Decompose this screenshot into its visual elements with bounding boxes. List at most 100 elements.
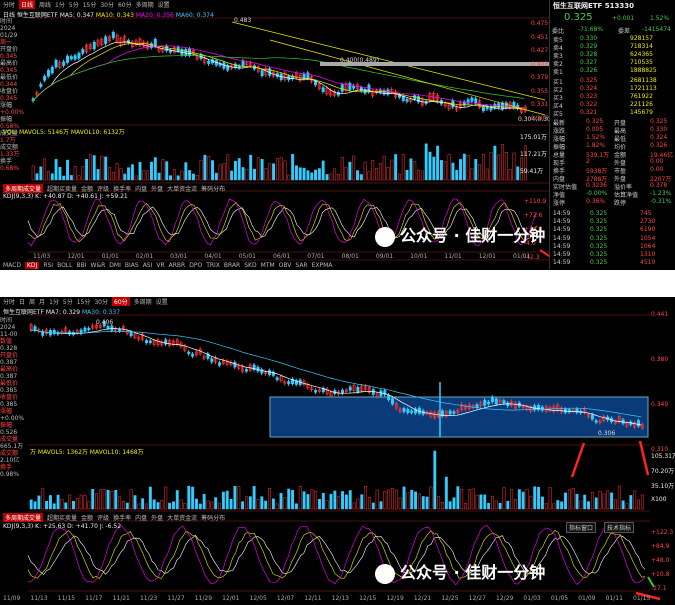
tab-item[interactable]: 大单资金流 (167, 184, 197, 193)
tab-item[interactable]: BOLL (57, 262, 72, 269)
stat-cell: 2 (586, 158, 590, 165)
tab-item[interactable]: 换手率 (113, 184, 131, 193)
axis-label: 0.355 (531, 87, 549, 95)
annot-high: 0.483 (234, 17, 251, 24)
volume-bar (77, 175, 81, 181)
tab-item[interactable]: 金额 (81, 513, 93, 522)
volume-bar (225, 490, 229, 510)
quote-cell: 买5 (553, 111, 563, 118)
tech-indicator-button[interactable]: 技术指标 (604, 522, 635, 533)
volume-bar (180, 170, 184, 181)
candle (487, 401, 491, 405)
annot-high: 0.406 (96, 319, 113, 326)
volume-bar (165, 161, 169, 181)
stat-cell: 1.52% (586, 134, 606, 141)
volume-bar (142, 170, 146, 181)
tab-item[interactable]: 筹码分布 (201, 513, 225, 522)
candle (275, 377, 279, 380)
tab-item[interactable]: 评级 (97, 513, 109, 522)
tab-item[interactable]: TRIX (206, 262, 220, 269)
tab-item[interactable]: EXPMA (312, 262, 333, 269)
tab-item[interactable]: BIAS (125, 262, 139, 269)
volume-bar (633, 490, 637, 510)
volume-bar (425, 496, 429, 510)
tab-item[interactable]: DMI (109, 262, 121, 269)
volume-bar (606, 490, 610, 510)
tab-item[interactable]: 外盘 (151, 184, 163, 193)
quote-row: 卖4 0.329 718314 (550, 43, 675, 52)
volume-bar (517, 489, 521, 510)
quote-cell: 0.326 (580, 67, 598, 74)
tab-item[interactable]: 多周期成交量 (3, 184, 44, 193)
weibi-label: 委比 (552, 28, 565, 35)
x-tick-label: 10/01 (410, 253, 428, 260)
axis-label: 0.427 (531, 47, 549, 54)
tab-item[interactable]: 金额 (81, 184, 93, 193)
volume-bar (441, 501, 444, 510)
tab-item[interactable]: BRAR (224, 262, 240, 269)
tab-item[interactable]: ASI (143, 262, 153, 269)
stat-row: 总量 539.1万 金额 19.46亿 (550, 150, 675, 159)
tab-item[interactable]: MACD (3, 262, 21, 269)
tab-item[interactable]: OBV (279, 262, 292, 269)
tab-item[interactable]: DPO (189, 262, 202, 269)
tab-item[interactable]: 超期买卖量 (47, 513, 77, 522)
tab-item[interactable]: 筹码分布 (201, 184, 225, 193)
volume-bar (436, 145, 440, 181)
tick-row: 14:59 0.325 745 (550, 210, 675, 218)
quote-row: 卖2 0.327 710535 (550, 59, 675, 68)
tab-item[interactable]: 评级 (97, 184, 109, 193)
volume-bar (287, 488, 291, 510)
tick-row: 14:59 0.325 1064 (550, 243, 675, 251)
tab-item[interactable]: KDJ (25, 262, 40, 269)
candle (470, 97, 474, 102)
tab-item[interactable]: RSI (43, 262, 53, 269)
tab-item[interactable]: 内盘 (135, 184, 147, 193)
volume-bar (640, 494, 644, 510)
tab-item[interactable]: SAR (295, 262, 307, 269)
quote-cell: 0.324 (580, 85, 598, 92)
volume-bar (428, 151, 432, 181)
volume-bar (164, 486, 168, 510)
tab-item[interactable]: 大单资金流 (167, 513, 197, 522)
volume-bar (387, 489, 391, 510)
candle (110, 325, 114, 331)
x-tick-label: 11/29 (194, 595, 213, 602)
quote-panel: 恒生互联网ETF 513330 0.325 +0.001 1.52% 委比 -7… (549, 0, 675, 270)
quote-name: 恒生互联网ETF 513330 (553, 2, 634, 10)
volume-bar (602, 493, 606, 510)
tick-cell: 14:59 (553, 218, 571, 226)
tab-item[interactable]: 多周期成交量 (3, 513, 44, 522)
candle (73, 55, 77, 60)
volume-bar (306, 494, 310, 510)
volume-bar (371, 502, 375, 510)
volume-bar (371, 160, 375, 181)
tab-item[interactable]: 外盘 (151, 513, 163, 522)
quote-change: +0.001 (612, 15, 635, 22)
volume-bar (359, 174, 363, 181)
indicator-window-button[interactable]: 指标窗口 (566, 522, 597, 533)
candle (352, 85, 356, 89)
volume-bar (375, 167, 379, 181)
volume-bar (317, 168, 321, 181)
volume-bar (275, 503, 279, 510)
tab-item[interactable]: VR (156, 262, 164, 269)
tab-item[interactable]: ARBR (169, 262, 186, 269)
volume-bar (617, 485, 621, 510)
stat-cell: 0.325 (586, 118, 604, 125)
axis-label: 35.10万 (651, 483, 675, 490)
candle (129, 331, 133, 337)
tab-item[interactable]: MTM (261, 262, 275, 269)
stat-cell: -1.23% (650, 190, 672, 197)
axis-label: +10.8 (651, 571, 670, 578)
tick-cell: 1064 (640, 242, 656, 250)
tab-item[interactable]: 换手率 (113, 513, 131, 522)
volume-bar (119, 168, 123, 181)
volume-bar (191, 173, 195, 181)
tab-item[interactable]: 内盘 (135, 513, 147, 522)
volume-bar (183, 502, 187, 510)
tab-item[interactable]: BBI (77, 262, 87, 269)
tab-item[interactable]: W&R (91, 262, 106, 269)
tab-item[interactable]: 超期买卖量 (47, 184, 77, 193)
tab-item[interactable]: SKD (244, 262, 256, 269)
